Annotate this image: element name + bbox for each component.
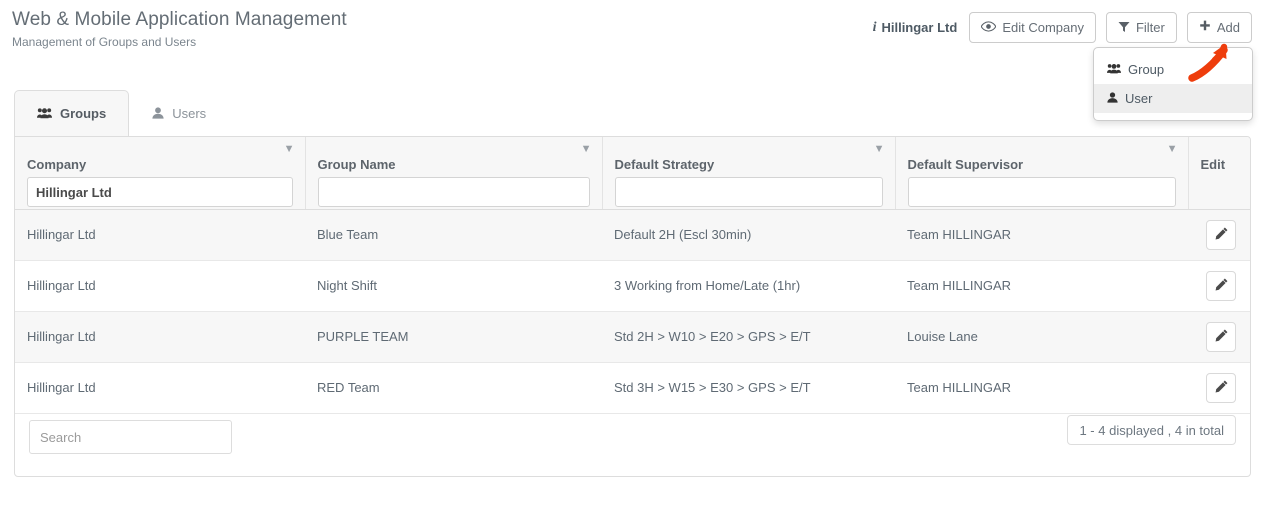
filter-input-default-strategy[interactable] [614,177,883,207]
chevron-down-icon[interactable]: ▼ [284,144,295,155]
cell-default-supervisor: Team HILLINGAR [895,260,1188,312]
cell-default-strategy: Std 2H > W10 > E20 > GPS > E/T [602,311,895,363]
column-header-default-supervisor-label: Default Supervisor [907,157,1024,172]
cell-group-name: Blue Team [305,209,602,261]
filter-button-label: Filter [1135,20,1165,35]
search-input[interactable] [29,420,232,454]
cell-default-supervisor: Louise Lane [895,311,1188,363]
column-header-default-strategy: ▼ Default Strategy [602,137,896,210]
cell-default-strategy: Default 2H (Escl 30min) [602,209,895,261]
column-header-group-name-label: Group Name [317,157,396,172]
chevron-down-icon[interactable]: ▼ [581,144,592,155]
cell-default-strategy: 3 Working from Home/Late (1hr) [602,260,895,312]
funnel-icon [1118,21,1130,35]
cell-default-supervisor: Team HILLINGAR [895,209,1188,261]
page-title: Web & Mobile Application Management [12,9,347,30]
pagination-info: 1 - 4 displayed , 4 in total [1067,415,1236,445]
pencil-icon [1215,380,1228,396]
column-header-edit-label: Edit [1200,157,1226,172]
dropdown-item-group[interactable]: Group [1094,55,1252,84]
filter-button[interactable]: Filter [1105,12,1177,43]
header-actions: i Hillingar Ltd Edit Company Filter Add [873,12,1252,43]
dropdown-item-group-label: Group [1128,62,1165,77]
column-header-default-supervisor: ▼ Default Supervisor [895,137,1189,210]
column-header-company: ▼ Company [15,137,306,210]
column-header-default-strategy-label: Default Strategy [614,157,715,172]
dropdown-item-user-label: User [1125,91,1153,106]
users-group-icon [1107,63,1121,76]
tab-groups[interactable]: Groups [14,90,130,136]
table-body: Hillingar Ltd Blue Team Default 2H (Escl 3… [15,209,1250,414]
add-dropdown-menu: Group User [1093,47,1253,121]
cell-group-name: Night Shift [305,260,602,312]
table-header-row: ▼ Company ▼ Group Name ▼ Default Strateg… [15,137,1250,210]
filter-input-default-supervisor[interactable] [907,177,1176,207]
single-user-icon [1107,92,1118,105]
column-header-group-name: ▼ Group Name [305,137,603,210]
chevron-down-icon[interactable]: ▼ [874,144,885,155]
info-italic-i-icon: i [872,19,877,35]
edit-row-button[interactable] [1206,219,1236,250]
edit-row-button[interactable] [1206,321,1236,352]
cell-company: Hillingar Ltd [15,311,305,363]
pencil-icon [1215,329,1228,345]
table-head: ▼ Company ▼ Group Name ▼ Default Strateg… [15,137,1250,210]
groups-table: ▼ Company ▼ Group Name ▼ Default Strateg… [15,137,1250,414]
table-footer: 1 - 4 displayed , 4 in total [15,404,1250,476]
table-row[interactable]: Hillingar Ltd Blue Team Default 2H (Escl 3… [15,209,1250,261]
groups-table-panel: ▼ Company ▼ Group Name ▼ Default Strateg… [14,136,1251,477]
tab-users-label: Users [172,106,207,121]
cell-group-name: PURPLE TEAM [305,311,602,363]
plus-icon [1199,19,1211,36]
edit-company-button-label: Edit Company [1002,20,1084,35]
edit-company-button[interactable]: Edit Company [969,12,1096,43]
cell-company: Hillingar Ltd [15,260,305,312]
chevron-down-icon[interactable]: ▼ [1167,144,1178,155]
dropdown-item-user[interactable]: User [1094,84,1252,113]
edit-row-button[interactable] [1206,372,1236,403]
table-row[interactable]: Hillingar Ltd Night Shift 3 Working from H… [15,260,1250,312]
filter-input-company[interactable] [27,177,293,207]
page-subtitle: Management of Groups and Users [12,35,197,49]
table-row[interactable]: Hillingar Ltd PURPLE TEAM Std 2H > W10 > E… [15,311,1250,363]
cell-edit [1188,260,1250,312]
column-header-company-label: Company [27,157,87,172]
add-button-label: Add [1216,20,1240,35]
tab-users[interactable]: Users [129,90,229,136]
pencil-icon [1215,227,1228,243]
filter-input-group-name[interactable] [317,177,590,207]
pencil-icon [1215,278,1228,294]
cell-edit [1188,209,1250,261]
cell-company: Hillingar Ltd [15,209,305,261]
company-indicator: i Hillingar Ltd [873,20,958,36]
column-header-edit: Edit [1188,137,1250,210]
cell-edit [1188,311,1250,363]
page-header: Web & Mobile Application Management Mana… [0,0,1266,60]
eye-icon [981,21,997,34]
tab-groups-label: Groups [60,106,107,121]
single-user-icon [152,106,164,121]
edit-row-button[interactable] [1206,270,1236,301]
add-button[interactable]: Add [1186,12,1252,43]
users-group-icon [37,107,52,121]
tab-bar: Groups Users [14,90,229,136]
company-indicator-label: Hillingar Ltd [881,20,958,35]
